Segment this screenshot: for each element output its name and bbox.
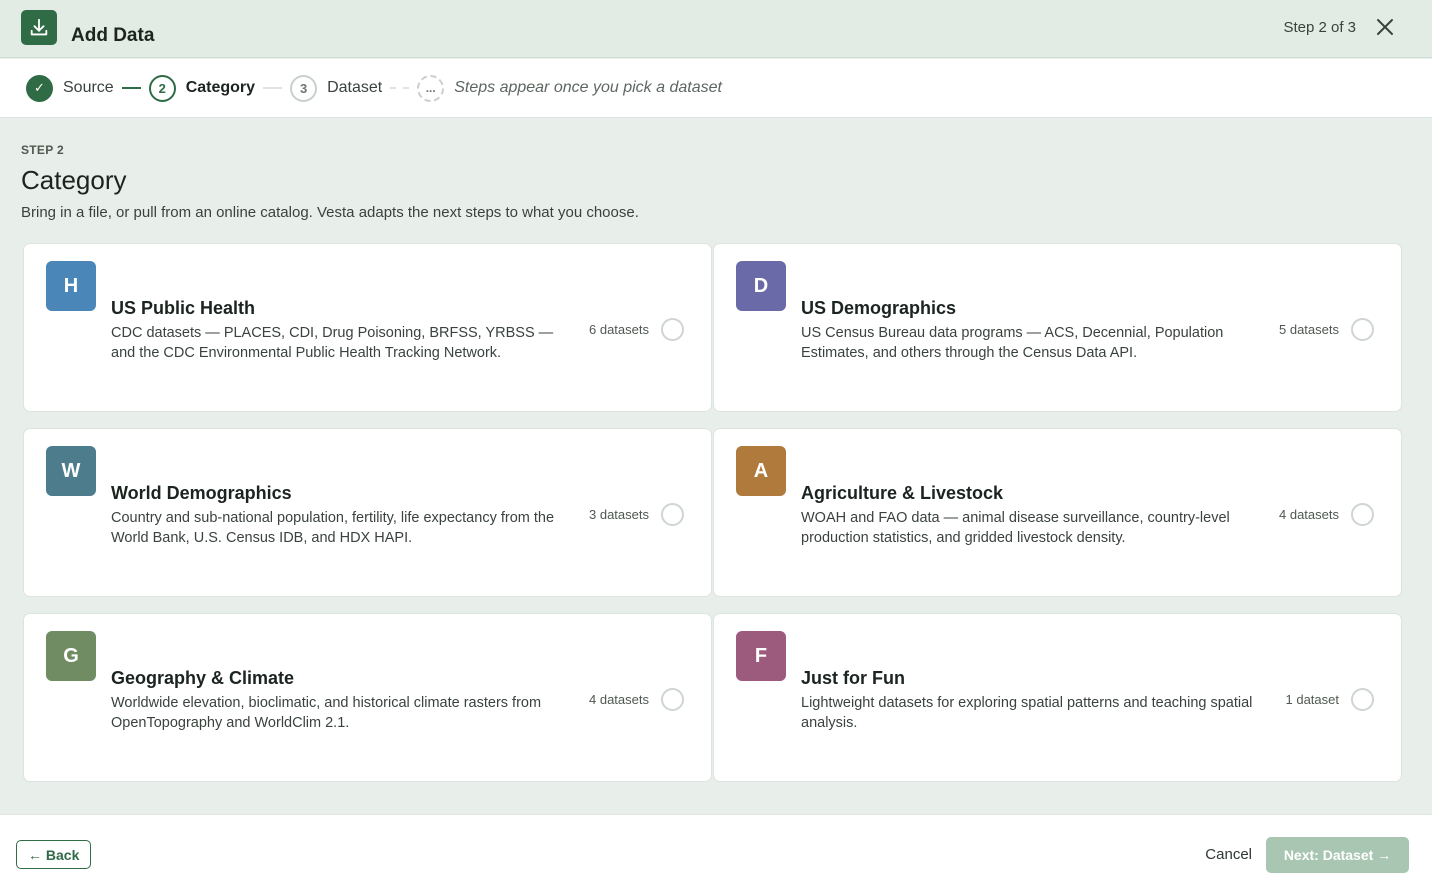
category-card-us-public-health[interactable]: H US Public Health CDC datasets — PLACES… bbox=[23, 243, 712, 412]
close-icon[interactable] bbox=[1375, 17, 1395, 37]
category-title: World Demographics bbox=[111, 483, 292, 503]
step-label: Source bbox=[63, 79, 114, 96]
category-radio[interactable] bbox=[1351, 503, 1374, 526]
category-radio[interactable] bbox=[1351, 688, 1374, 711]
step-connector bbox=[263, 87, 283, 89]
category-card-us-demographics[interactable]: D US Demographics US Census Bureau data … bbox=[713, 243, 1402, 412]
dataset-count: 4 datasets bbox=[589, 692, 649, 707]
next-dataset-button[interactable]: Next: Dataset → bbox=[1266, 837, 1409, 873]
category-radio[interactable] bbox=[1351, 318, 1374, 341]
category-description: CDC datasets — PLACES, CDI, Drug Poisoni… bbox=[111, 325, 554, 361]
category-card-world-demographics[interactable]: W World Demographics Country and sub-nat… bbox=[23, 428, 712, 597]
category-description: Country and sub-national population, fer… bbox=[111, 510, 555, 546]
dataset-count: 5 datasets bbox=[1279, 322, 1339, 337]
download-tray-icon bbox=[21, 10, 57, 45]
category-radio[interactable] bbox=[661, 688, 684, 711]
category-title: US Demographics bbox=[801, 298, 957, 318]
category-description: Lightweight datasets for exploring spati… bbox=[801, 695, 1253, 731]
category-badge: F bbox=[736, 631, 786, 681]
cancel-button[interactable]: Cancel bbox=[1205, 846, 1252, 863]
category-card-geography-climate[interactable]: G Geography & Climate Worldwide elevatio… bbox=[23, 613, 712, 782]
category-badge: G bbox=[46, 631, 96, 681]
category-title: Geography & Climate bbox=[111, 668, 295, 688]
dataset-count: 1 dataset bbox=[1285, 692, 1340, 707]
step-category: 2 Category bbox=[148, 74, 256, 102]
category-radio[interactable] bbox=[661, 318, 684, 341]
category-badge: H bbox=[46, 261, 96, 311]
category-description: Worldwide elevation, bioclimatic, and hi… bbox=[111, 695, 542, 731]
dataset-count: 6 datasets bbox=[589, 322, 649, 337]
ellipsis-icon: ... bbox=[417, 74, 445, 102]
step-source[interactable]: ✓ Source bbox=[26, 74, 114, 102]
category-badge: W bbox=[46, 446, 96, 496]
step-connector bbox=[121, 87, 141, 89]
dialog-footer: ← Back Cancel Next: Dataset → bbox=[0, 814, 1432, 893]
category-title: Agriculture & Livestock bbox=[801, 483, 1004, 503]
page-title: Category bbox=[21, 165, 127, 195]
step-number: 2 bbox=[148, 74, 176, 102]
step-counter: Step 2 of 3 bbox=[1283, 19, 1356, 36]
dialog-title: Add Data bbox=[71, 25, 155, 46]
category-description: US Census Bureau data programs — ACS, De… bbox=[801, 325, 1224, 361]
category-card-agriculture-livestock[interactable]: A Agriculture & Livestock WOAH and FAO d… bbox=[713, 428, 1402, 597]
step-hint: Steps appear once you pick a dataset bbox=[454, 79, 722, 96]
checkmark-icon: ✓ bbox=[26, 74, 53, 102]
dataset-count: 3 datasets bbox=[589, 507, 649, 522]
dialog-header: Add Data Step 2 of 3 bbox=[0, 0, 1432, 58]
category-title: Just for Fun bbox=[801, 668, 905, 688]
category-badge: A bbox=[736, 446, 786, 496]
step-label: Dataset bbox=[327, 79, 383, 96]
step-eyebrow: STEP 2 bbox=[21, 143, 64, 157]
step-label: Category bbox=[185, 79, 256, 96]
step-number: 3 bbox=[290, 74, 318, 102]
page-description: Bring in a file, or pull from an online … bbox=[21, 204, 639, 221]
step-dataset: 3 Dataset bbox=[290, 74, 383, 102]
wizard-stepper: ✓ Source 2 Category 3 Dataset ... Steps … bbox=[0, 59, 1432, 118]
category-description: WOAH and FAO data — animal disease surve… bbox=[801, 510, 1230, 546]
main-content: STEP 2 Category Bring in a file, or pull… bbox=[0, 119, 1432, 814]
category-card-just-for-fun[interactable]: F Just for Fun Lightweight datasets for … bbox=[713, 613, 1402, 782]
step-future: ... Steps appear once you pick a dataset bbox=[417, 74, 722, 102]
step-connector bbox=[390, 87, 410, 89]
category-title: US Public Health bbox=[111, 298, 256, 318]
category-badge: D bbox=[736, 261, 786, 311]
back-button[interactable]: ← Back bbox=[16, 840, 92, 869]
dataset-count: 4 datasets bbox=[1279, 507, 1339, 522]
category-radio[interactable] bbox=[661, 503, 684, 526]
